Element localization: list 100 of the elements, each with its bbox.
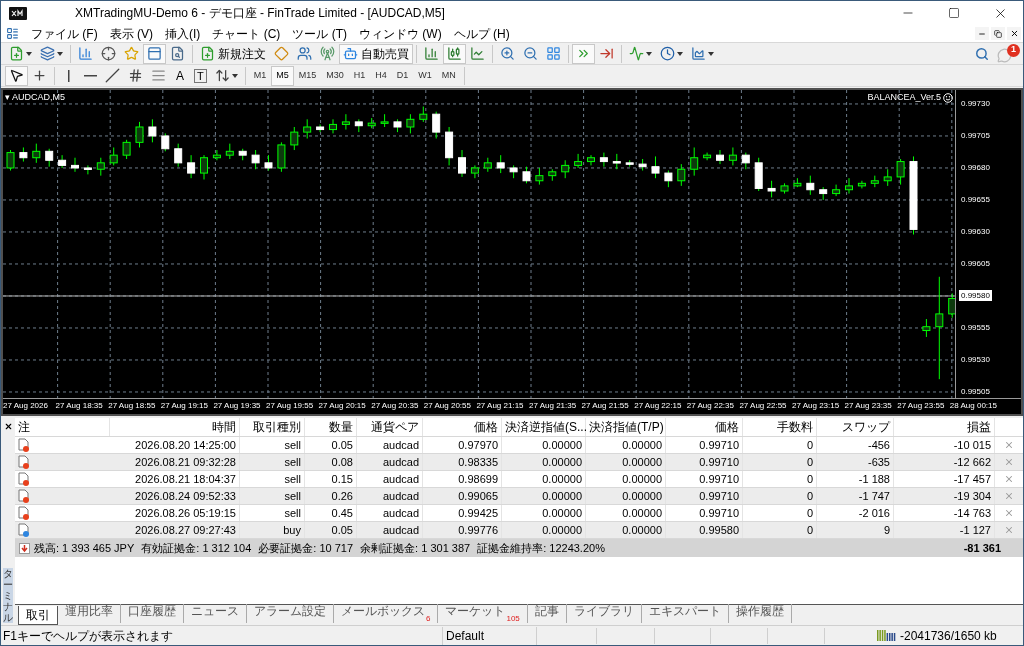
timeframe-button[interactable]: H4 bbox=[370, 65, 392, 86]
column-header[interactable]: 価格 bbox=[423, 418, 502, 436]
text-label-button[interactable]: T bbox=[190, 65, 211, 86]
crosshair-icon bbox=[101, 46, 116, 61]
terminal-tab[interactable]: 記事 bbox=[527, 604, 567, 623]
column-header[interactable]: 数量 bbox=[305, 418, 357, 436]
app-logo-icon bbox=[9, 6, 27, 20]
close-order-icon[interactable] bbox=[1004, 474, 1014, 484]
column-header[interactable]: スワップ bbox=[817, 418, 894, 436]
diamond-icon bbox=[274, 46, 289, 61]
table-cell: 0 bbox=[743, 437, 817, 453]
child-close-button[interactable] bbox=[1007, 27, 1021, 40]
menu-item[interactable]: 表示 (V) bbox=[103, 25, 159, 42]
table-cell: 0 bbox=[743, 488, 817, 504]
account-summary-text: 有効証拠金: 1 312 104 bbox=[141, 540, 252, 556]
table-cell: 0 bbox=[743, 505, 817, 521]
table-cell: audcad bbox=[357, 522, 423, 538]
table-cell: 0.99580 bbox=[666, 522, 743, 538]
candlestick bbox=[6, 149, 15, 172]
chat-icon[interactable] bbox=[997, 47, 1012, 63]
table-cell: -635 bbox=[817, 454, 894, 470]
robot-icon bbox=[343, 46, 358, 61]
terminal-tab[interactable]: ライブラリ bbox=[566, 604, 642, 623]
timeframe-button[interactable]: H1 bbox=[348, 65, 371, 86]
timeframe-button[interactable]: W1 bbox=[413, 65, 437, 86]
column-header[interactable]: 損益 bbox=[894, 418, 995, 436]
timeframe-button[interactable]: M5 bbox=[271, 65, 294, 86]
candlestick bbox=[329, 118, 337, 134]
column-header[interactable]: 決済指値(T/P) bbox=[586, 418, 666, 436]
clock-icon bbox=[660, 46, 675, 61]
table-cell: 0 bbox=[743, 454, 817, 470]
timeframe-button[interactable]: D1 bbox=[391, 65, 414, 86]
candlestick bbox=[316, 123, 325, 133]
child-restore-button[interactable] bbox=[991, 27, 1005, 40]
column-header[interactable]: 価格 bbox=[666, 418, 743, 436]
cursor-button[interactable] bbox=[5, 65, 28, 86]
table-cell: 9 bbox=[817, 522, 894, 538]
close-order-icon[interactable] bbox=[1004, 508, 1014, 518]
table-cell: 0.99710 bbox=[666, 437, 743, 453]
table-cell: audcad bbox=[357, 437, 423, 453]
table-cell: -17 457 bbox=[894, 471, 995, 487]
child-minimize-button[interactable] bbox=[975, 27, 989, 40]
table-cell: 0.00000 bbox=[586, 454, 666, 470]
column-header[interactable]: 決済逆指値(S... bbox=[502, 418, 586, 436]
menu-item[interactable]: ウィンドウ (W) bbox=[353, 25, 448, 42]
table-cell: 0.00000 bbox=[502, 488, 586, 504]
timeframe-button[interactable]: MN bbox=[436, 65, 461, 86]
candlestick bbox=[651, 155, 660, 179]
timeframe-button[interactable]: M1 bbox=[248, 65, 272, 86]
status-help: F1キーでヘルプが表示されます bbox=[1, 626, 443, 645]
trend-line-icon bbox=[105, 68, 120, 83]
price-label: 0.99730 bbox=[960, 98, 991, 110]
table-cell: audcad bbox=[357, 471, 423, 487]
column-header[interactable]: 時間 bbox=[110, 418, 240, 436]
table-cell: 0.00000 bbox=[502, 505, 586, 521]
menu-item[interactable]: ヘルプ (H) bbox=[447, 25, 516, 42]
terminal-tab[interactable]: エキスパート bbox=[641, 604, 729, 623]
crosshair-icon bbox=[32, 68, 47, 83]
close-order-icon[interactable] bbox=[1004, 440, 1014, 450]
candlestick bbox=[432, 111, 441, 140]
candlestick-button[interactable] bbox=[443, 43, 466, 64]
smiley-icon bbox=[943, 92, 953, 103]
candlestick bbox=[470, 164, 479, 179]
timeframe-button[interactable]: M30 bbox=[321, 65, 349, 86]
table-cell: -1 127 bbox=[894, 522, 995, 538]
menu-item[interactable]: ツール (T) bbox=[286, 25, 353, 42]
terminal-tab[interactable]: アラーム設定 bbox=[247, 604, 334, 623]
price-label: 0.99680 bbox=[960, 162, 991, 174]
table-cell: 0.00000 bbox=[586, 488, 666, 504]
horizontal-line-icon bbox=[84, 74, 97, 77]
price-label: 0.99555 bbox=[960, 322, 991, 334]
candlestick bbox=[135, 121, 144, 148]
menu-item[interactable]: チャート (C) bbox=[206, 25, 287, 42]
new-order-icon bbox=[200, 46, 215, 61]
timeframe-button[interactable]: M15 bbox=[293, 65, 322, 86]
menu-item[interactable]: ファイル (F) bbox=[25, 25, 104, 42]
new-order-button[interactable]: 新規注文 bbox=[196, 43, 270, 64]
table-cell: -1 747 bbox=[817, 488, 894, 504]
terminal-tab[interactable]: 口座履歴 bbox=[121, 604, 184, 623]
terminal-tab[interactable]: ニュース bbox=[184, 604, 247, 623]
menu-item[interactable]: 挿入(I) bbox=[159, 25, 207, 42]
terminal-tab[interactable]: 取引 bbox=[18, 606, 58, 625]
auto-trading-button[interactable]: 自動売買 bbox=[339, 43, 413, 64]
time-label: 27 Aug 18:55 bbox=[108, 401, 156, 411]
column-header[interactable]: 通貨ペア bbox=[357, 418, 423, 436]
file-search-icon bbox=[170, 46, 185, 61]
chart-shift-icon bbox=[599, 46, 614, 61]
close-terminal-icon[interactable] bbox=[3, 422, 13, 431]
terminal-button[interactable] bbox=[143, 43, 166, 64]
column-header[interactable]: 取引種別 bbox=[240, 418, 305, 436]
terminal-tab[interactable]: 運用比率 bbox=[58, 604, 121, 623]
table-cell: 0.00000 bbox=[586, 505, 666, 521]
auto-scroll-button[interactable] bbox=[572, 43, 595, 64]
column-header[interactable]: 注 bbox=[15, 418, 110, 436]
price-label: 0.99605 bbox=[960, 258, 991, 270]
terminal-tab[interactable]: 操作履歴 bbox=[728, 604, 792, 623]
text-tool-button[interactable]: A bbox=[170, 65, 190, 86]
maximize-icon bbox=[948, 7, 960, 19]
column-header[interactable]: 手数料 bbox=[743, 418, 817, 436]
search-icon[interactable] bbox=[975, 46, 989, 61]
